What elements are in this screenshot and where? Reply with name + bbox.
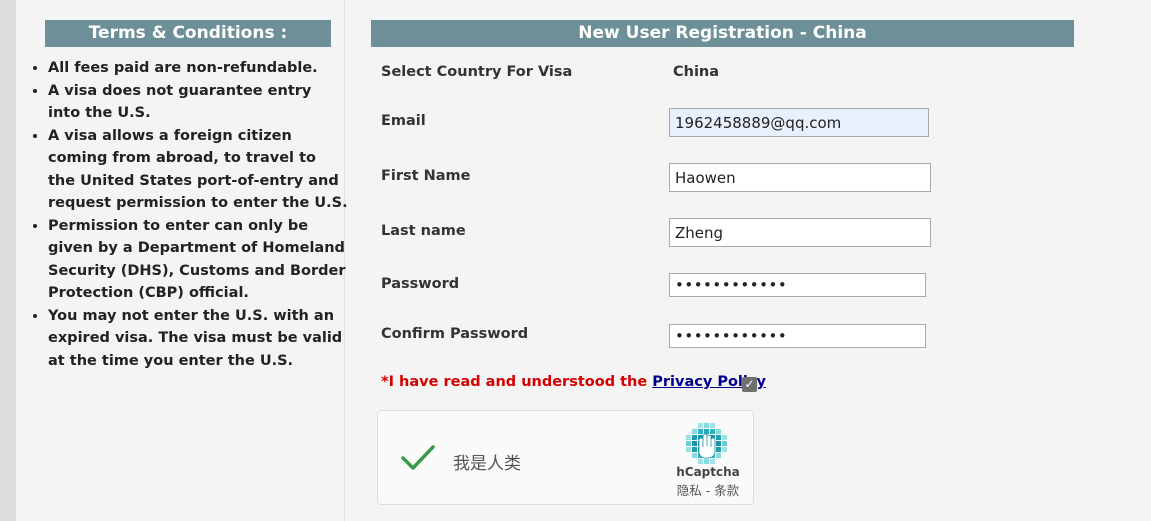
- terms-item: You may not enter the U.S. with an expir…: [48, 305, 348, 373]
- terms-item: Permission to enter can only be given by…: [48, 215, 348, 305]
- terms-item: All fees paid are non-refundable.: [48, 57, 348, 80]
- terms-panel: Terms & Conditions : All fees paid are n…: [26, 0, 348, 521]
- email-field[interactable]: [669, 108, 929, 137]
- hcaptcha-privacy-terms-links[interactable]: 隐私 - 条款: [662, 480, 754, 499]
- captcha-label: 我是人类: [453, 454, 521, 474]
- hcaptcha-logo-icon: [686, 423, 727, 464]
- registration-title: New User Registration - China: [371, 20, 1074, 47]
- terms-item: A visa does not guarantee entry into the…: [48, 80, 348, 125]
- email-label: Email: [381, 113, 426, 129]
- country-label: Select Country For Visa: [381, 64, 573, 80]
- captcha-checkmark-icon[interactable]: [400, 443, 436, 473]
- first-name-label: First Name: [381, 168, 471, 184]
- country-value: China: [673, 64, 720, 80]
- first-name-field[interactable]: [669, 163, 931, 192]
- checkmark-icon: ✓: [744, 377, 755, 391]
- terms-title: Terms & Conditions :: [45, 20, 331, 47]
- confirm-password-label: Confirm Password: [381, 326, 529, 342]
- last-name-field[interactable]: [669, 218, 931, 247]
- hcaptcha-widget[interactable]: 我是人类 hCaptcha 隐私 - 条款: [377, 410, 754, 505]
- last-name-label: Last name: [381, 223, 466, 239]
- privacy-policy-checkbox[interactable]: ✓: [742, 377, 757, 392]
- password-label: Password: [381, 276, 460, 292]
- confirm-password-field[interactable]: [669, 324, 926, 348]
- terms-list: All fees paid are non-refundable. A visa…: [28, 57, 348, 372]
- page-edge-strip: [0, 0, 16, 521]
- terms-item: A visa allows a foreign citizen coming f…: [48, 125, 348, 215]
- privacy-policy-text: *I have read and understood the: [381, 374, 653, 390]
- privacy-policy-row: *I have read and understood the Privacy …: [381, 374, 766, 390]
- hcaptcha-brand: hCaptcha: [676, 465, 740, 479]
- password-field[interactable]: [669, 273, 926, 297]
